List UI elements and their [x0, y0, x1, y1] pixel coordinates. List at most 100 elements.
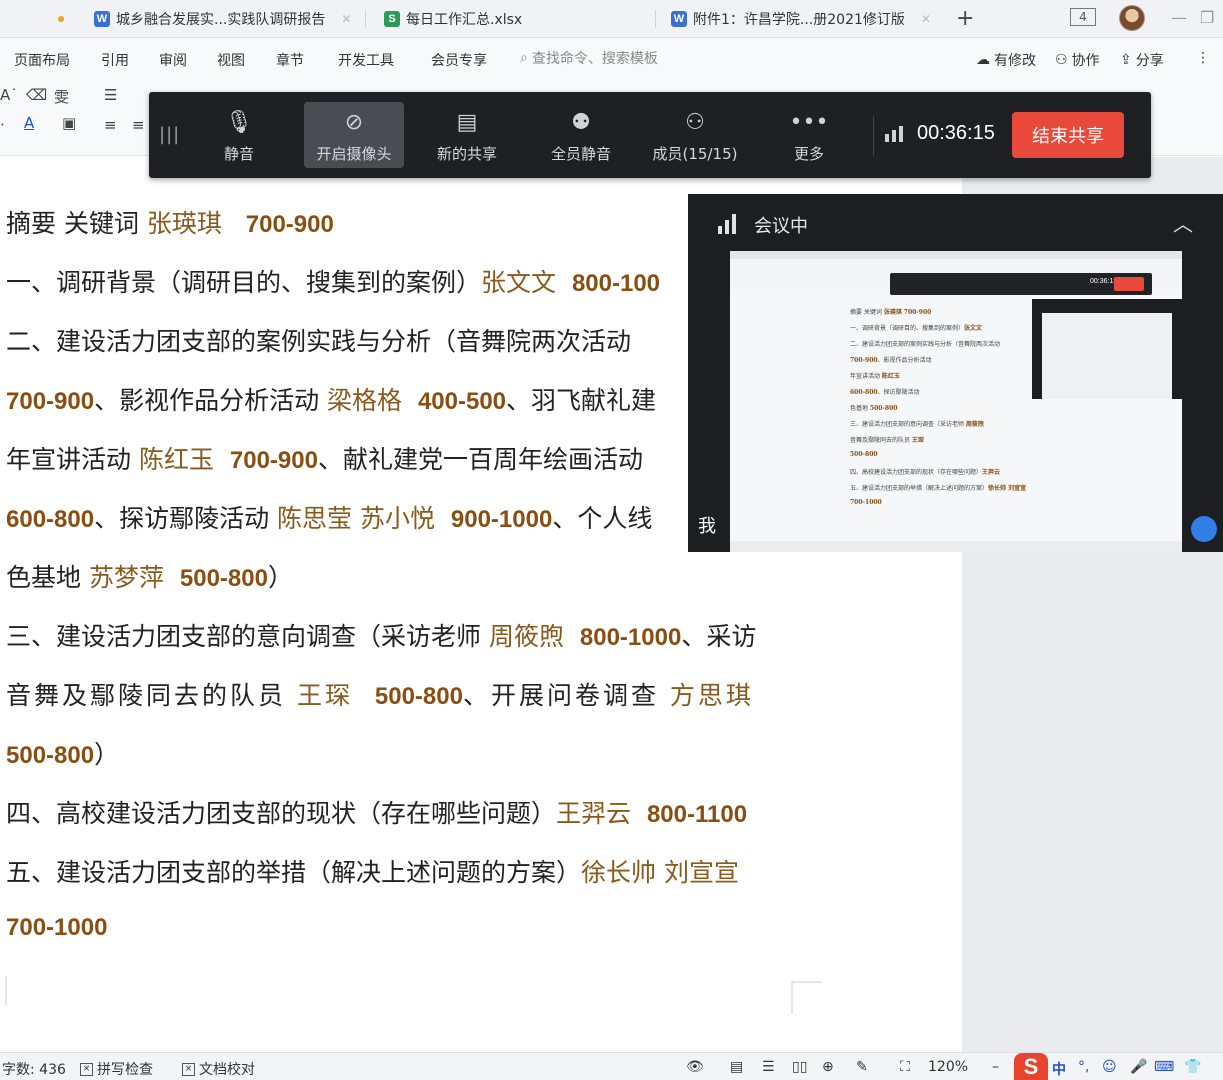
doc-line-section-2: 二、建设活力团支部的案例实践与分析（音舞院两次活动: [6, 322, 631, 358]
word-range: 600-800: [6, 506, 95, 533]
phonetic-icon[interactable]: 雯: [54, 86, 69, 107]
reading-view-icon[interactable]: ▯▯: [792, 1059, 807, 1075]
ime-mode[interactable]: 中: [1052, 1059, 1066, 1079]
line-text: 色基地: [6, 563, 89, 592]
doc-check-button[interactable]: × 文档校对: [182, 1059, 255, 1079]
line-text: 年宣讲活动: [6, 445, 139, 474]
minimize-icon[interactable]: —: [1171, 8, 1187, 27]
word-range: 700-1000: [6, 914, 108, 941]
mini-doc-line: 年宣讲活动 陈红玉: [850, 371, 900, 380]
ime-logo-icon[interactable]: S: [1014, 1053, 1048, 1080]
align-left-icon[interactable]: ≡: [104, 116, 117, 134]
doc-line-section-1: 一、调研背景（调研目的、搜集到的案例）张文文 800-100: [6, 263, 660, 299]
tab-attachment[interactable]: W 附件1：许昌学院...册2021修订版 ✕: [671, 4, 931, 34]
menu-page-layout[interactable]: 页面布局: [14, 50, 70, 70]
font-color-icon[interactable]: A: [24, 114, 34, 132]
meeting-video-window[interactable]: 会议中 ︿ 00:36:15 摘要 关键词 张瑛琪 700-900 一、调研背景…: [688, 194, 1223, 552]
line-text: 、影视作品分析活动: [877, 357, 932, 364]
mini-doc-line: 700-1000: [850, 499, 882, 506]
drag-handle-icon[interactable]: |||: [159, 124, 180, 145]
doc-line-section-4: 四、高校建设活力团支部的现状（存在哪些问题）王羿云 800-1100: [6, 794, 747, 830]
end-share-button[interactable]: 结束共享: [1012, 112, 1124, 158]
pen-icon[interactable]: ✎: [856, 1059, 868, 1075]
bullet-list-icon[interactable]: ☰: [104, 86, 117, 104]
web-view-icon[interactable]: ⊕: [822, 1059, 834, 1075]
restore-icon[interactable]: ❐: [1200, 8, 1214, 27]
word-range: 400-500: [417, 388, 507, 415]
mini-doc-line: 500-800: [850, 451, 878, 458]
zoom-level[interactable]: 120%: [928, 1059, 968, 1075]
word-range: 700-900: [6, 388, 95, 415]
doc-line-section-3b: 音舞及鄢陵同去的队员 王琛 500-800、开展问卷调查 方思琪: [6, 676, 754, 712]
doc-line-section-3c: 500-800）: [6, 735, 119, 771]
text-effect-icon[interactable]: ·: [0, 116, 5, 134]
members-button[interactable]: ⚇ 成员(15/15): [645, 102, 745, 168]
tab-document-report[interactable]: W 城乡融合发展实...实践队调研报告 ✕: [94, 4, 351, 34]
assignee-name: 周筱煦: [488, 622, 564, 651]
menu-review[interactable]: 审阅: [159, 50, 187, 70]
menu-developer[interactable]: 开发工具: [338, 50, 394, 70]
doc-line-section-5: 五、建设活力团支部的举措（解决上述问题的方案）徐长帅 刘宣宣: [6, 853, 739, 889]
more-button[interactable]: ••• 更多: [759, 102, 859, 168]
new-tab-plus-icon[interactable]: +: [956, 6, 974, 31]
punctuation-icon[interactable]: °,: [1078, 1059, 1089, 1075]
has-changes-button[interactable]: ☁ 有修改: [976, 50, 1036, 70]
line-text: 、开展问卷调查: [462, 681, 670, 710]
meeting-timer: 00:36:15: [917, 122, 995, 144]
mini-doc-line: 二、建设活力团支部的案例实践与分析（音舞院两次活动: [850, 339, 1000, 348]
menu-references[interactable]: 引用: [101, 50, 129, 70]
doc-line-section-5b: 700-1000: [6, 912, 107, 942]
command-search[interactable]: ⌕ 查找命令、搜索模板: [520, 48, 658, 68]
line-text: 二、建设活力团支部的案例实践与分析（音舞院两次活动: [850, 341, 1001, 348]
font-size-icon[interactable]: A˙: [0, 86, 18, 104]
fit-page-icon[interactable]: ⛶: [900, 1059, 910, 1075]
menu-view[interactable]: 视图: [217, 50, 245, 70]
word-count[interactable]: 字数: 436: [2, 1059, 66, 1079]
tab-label: 附件1：许昌学院...册2021修订版: [693, 12, 905, 28]
menu-member[interactable]: 会员专享: [431, 50, 487, 70]
assignee-name: 王羿云: [982, 469, 1001, 476]
tab-spreadsheet[interactable]: S 每日工作汇总.xlsx: [384, 4, 522, 34]
meeting-control-bar: ||| 🎙 静音 ⊘ 开启摄像头 ▤ 新的共享 ⚉ 全员静音 ⚇ 成员(15/1…: [149, 92, 1151, 178]
line-text: 摘要 关键词: [850, 309, 884, 316]
voice-input-icon[interactable]: 🎤: [1130, 1059, 1147, 1075]
align-center-icon[interactable]: ≡: [132, 116, 145, 134]
mute-button[interactable]: 🎙 静音: [189, 102, 289, 168]
new-share-button[interactable]: ▤ 新的共享: [417, 102, 517, 168]
line-text: ）: [94, 740, 120, 769]
share-icon: ⇪: [1120, 52, 1132, 68]
emoji-icon[interactable]: ☺: [1102, 1059, 1117, 1075]
more-options-icon[interactable]: ⋮: [1196, 50, 1210, 66]
tab-label: 城乡融合发展实...实践队调研报告: [116, 12, 326, 28]
doc-line-abstract: 摘要 关键词 张瑛琪 700-900: [6, 204, 334, 240]
menu-section[interactable]: 章节: [276, 50, 304, 70]
word-range: 800-1100: [646, 801, 748, 828]
keyboard-icon[interactable]: ⌨: [1154, 1059, 1174, 1075]
page-view-icon[interactable]: ▤: [730, 1059, 743, 1075]
char-border-icon[interactable]: ▣: [62, 114, 76, 132]
user-avatar[interactable]: [1119, 5, 1145, 31]
zoom-out-icon[interactable]: –: [992, 1059, 999, 1075]
close-tab-icon[interactable]: ✕: [341, 12, 351, 26]
close-tab-icon[interactable]: ✕: [921, 12, 931, 26]
mini-recursive-screen: [1042, 313, 1172, 399]
window-count-badge[interactable]: 4: [1070, 8, 1096, 26]
skin-icon[interactable]: 👕: [1184, 1059, 1201, 1075]
checkbox-icon: ×: [182, 1062, 195, 1076]
clear-format-icon[interactable]: ⌫: [26, 86, 47, 104]
collaborate-label: 协作: [1071, 53, 1100, 69]
outline-view-icon[interactable]: ☰: [762, 1059, 775, 1075]
spell-check-button[interactable]: × 拼写检查: [80, 1059, 153, 1079]
collapse-chevron-icon[interactable]: ︿: [1173, 208, 1193, 237]
word-range: 600-800: [850, 389, 878, 396]
mute-all-button[interactable]: ⚉ 全员静音: [531, 102, 631, 168]
start-camera-button[interactable]: ⊘ 开启摄像头: [304, 102, 404, 168]
eye-protection-icon[interactable]: 👁: [686, 1059, 704, 1075]
shared-screen-preview: 00:36:15 摘要 关键词 张瑛琪 700-900 一、调研背景（调研目的、…: [730, 251, 1182, 552]
assignee-name: 陈红玉: [138, 445, 214, 474]
line-text: 年宣讲活动: [850, 373, 882, 380]
line-text: 、个人线: [552, 504, 653, 533]
collaborate-button[interactable]: ⚇ 协作: [1055, 50, 1100, 70]
chat-bubble-icon[interactable]: [1191, 516, 1217, 542]
share-button[interactable]: ⇪ 分享: [1120, 50, 1164, 70]
